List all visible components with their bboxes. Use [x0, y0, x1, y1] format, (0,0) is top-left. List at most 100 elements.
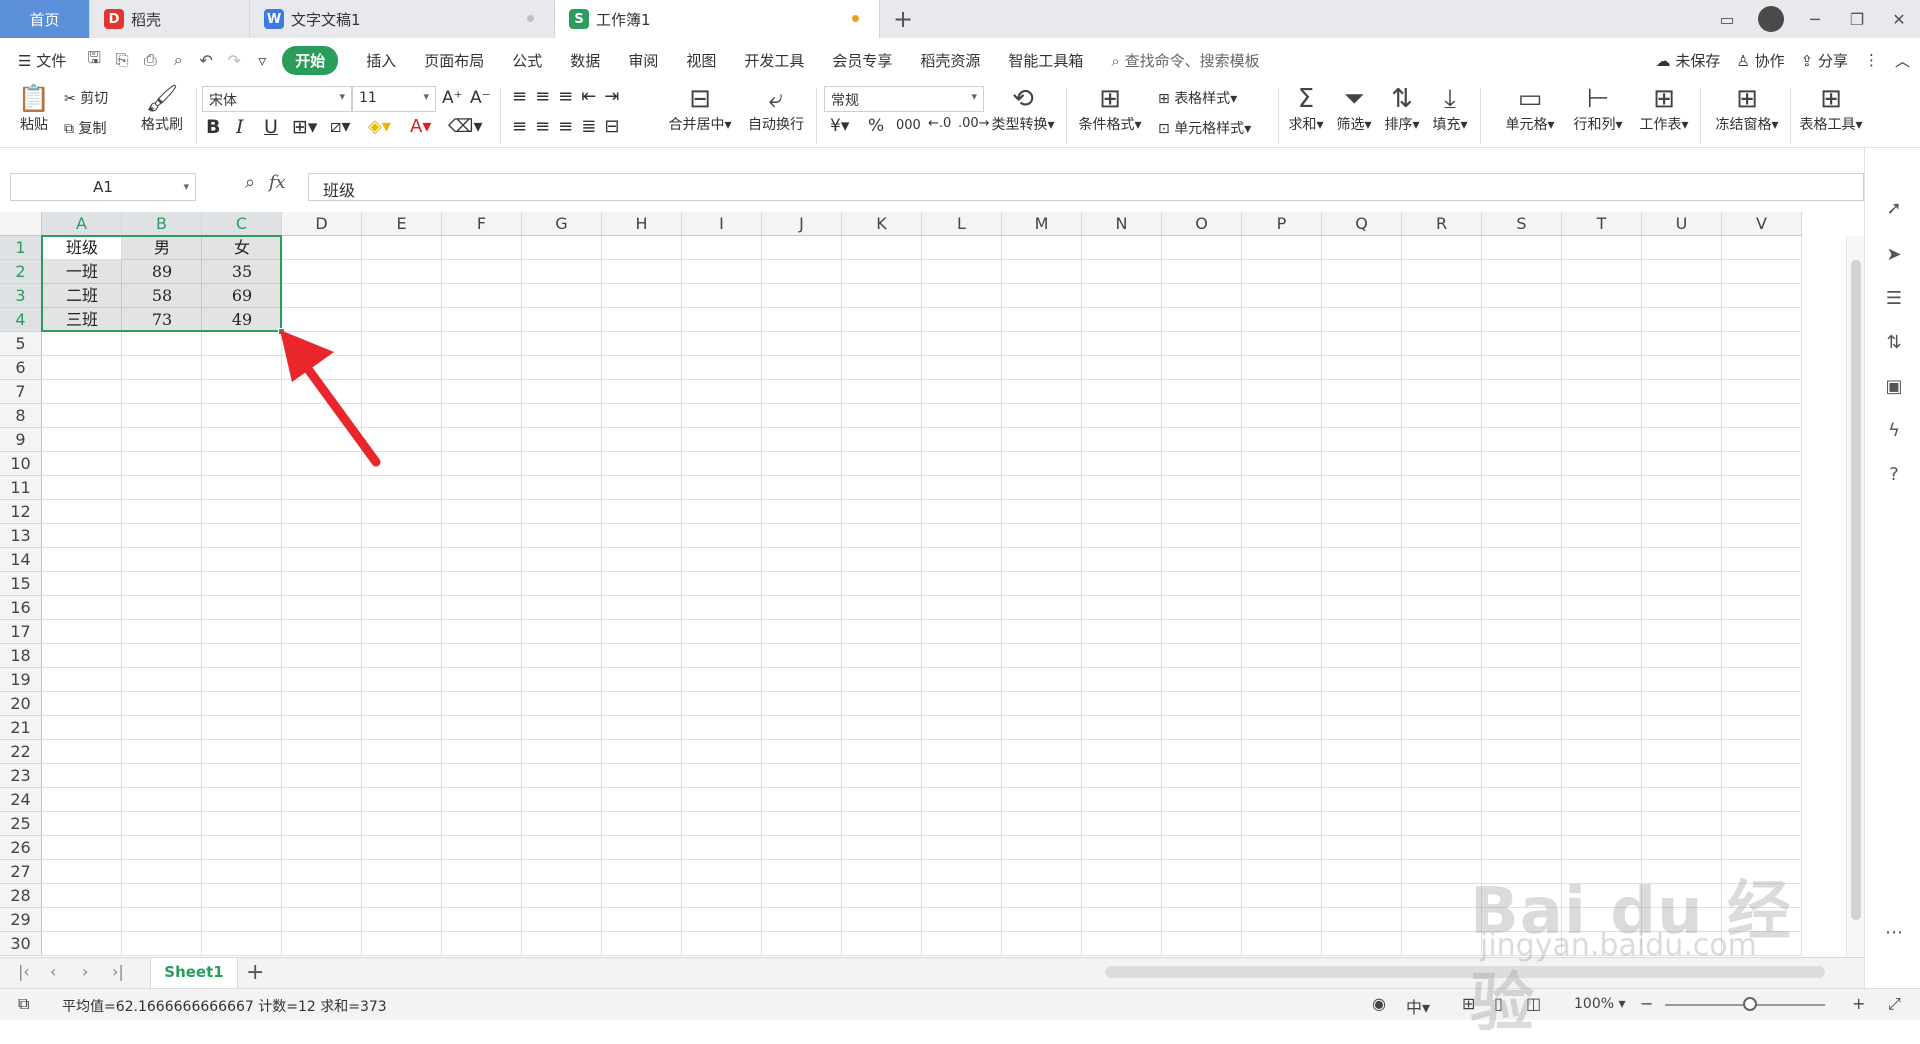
column-header[interactable]: Q: [1322, 212, 1402, 236]
menu-page-layout[interactable]: 页面布局: [410, 50, 498, 71]
row-header[interactable]: 1: [0, 236, 42, 260]
font-color-icon[interactable]: A▾: [410, 116, 431, 137]
eye-protect-icon[interactable]: ◉: [1372, 994, 1386, 1013]
column-header[interactable]: V: [1722, 212, 1802, 236]
column-header[interactable]: B: [122, 212, 202, 236]
menu-smart-toolbox[interactable]: 智能工具箱: [994, 50, 1097, 71]
print-icon[interactable]: ⎙: [136, 50, 164, 70]
cell-button[interactable]: ▭ 单元格▾: [1500, 84, 1560, 134]
row-header[interactable]: 30: [0, 932, 42, 956]
cut-button[interactable]: ✂ 剪切: [64, 88, 108, 108]
new-tab-button[interactable]: +: [880, 0, 926, 38]
preview-icon[interactable]: ⌕: [164, 50, 192, 70]
transfer-icon[interactable]: ⇅: [1883, 332, 1905, 354]
type-convert-button[interactable]: ⟲ 类型转换▾: [988, 84, 1058, 134]
number-format-select[interactable]: 常规 ▾: [824, 86, 984, 112]
row-header[interactable]: 25: [0, 812, 42, 836]
name-box[interactable]: A1 ▾: [10, 173, 196, 201]
row-header[interactable]: 5: [0, 332, 42, 356]
font-size-select[interactable]: 11 ▾: [352, 86, 436, 112]
fullscreen-icon[interactable]: ⤢: [1888, 994, 1901, 1014]
column-header[interactable]: N: [1082, 212, 1162, 236]
zoom-formula-icon[interactable]: ⌕: [245, 172, 255, 193]
row-header[interactable]: 12: [0, 500, 42, 524]
save-icon[interactable]: 🖫: [80, 47, 108, 74]
row-header[interactable]: 14: [0, 548, 42, 572]
select-all-corner[interactable]: [0, 212, 42, 236]
fill-pattern-icon[interactable]: ⧄▾: [330, 116, 350, 137]
close-icon[interactable]: ✕: [1878, 10, 1920, 29]
column-header[interactable]: P: [1242, 212, 1322, 236]
merge-center-button[interactable]: ⊟ 合并居中▾: [662, 84, 738, 134]
column-header[interactable]: D: [282, 212, 362, 236]
column-header[interactable]: A: [42, 212, 122, 236]
column-header[interactable]: R: [1402, 212, 1482, 236]
row-header[interactable]: 13: [0, 524, 42, 548]
menu-formula[interactable]: 公式: [498, 50, 556, 71]
row-header[interactable]: 29: [0, 908, 42, 932]
menu-daoke-resources[interactable]: 稻壳资源: [906, 50, 994, 71]
row-header[interactable]: 28: [0, 884, 42, 908]
vertical-align-icons[interactable]: ≡≡≡⇤⇥: [512, 86, 627, 107]
column-header[interactable]: F: [442, 212, 522, 236]
row-header[interactable]: 17: [0, 620, 42, 644]
sort-button[interactable]: ⇅ 排序▾: [1380, 84, 1424, 134]
menu-view[interactable]: 视图: [672, 50, 730, 71]
sum-button[interactable]: Σ 求和▾: [1284, 84, 1328, 134]
add-sheet-button[interactable]: +: [246, 960, 264, 985]
fill-handle[interactable]: [278, 328, 285, 335]
spreadsheet-grid[interactable]: ABCDEFGHIJKLMNOPQRSTUV 1 2 3 4 5 6 7 8 9 10 11 12 13…: [0, 212, 1864, 957]
restore-icon[interactable]: ❐: [1836, 10, 1878, 29]
last-sheet-icon[interactable]: ›|: [112, 962, 124, 981]
menu-review[interactable]: 审阅: [614, 50, 672, 71]
horizontal-align-icons[interactable]: ≡≡≡≣⊟: [512, 116, 627, 137]
zoom-select[interactable]: 100% ▾: [1574, 996, 1626, 1012]
copy-button[interactable]: ⧉ 复制: [64, 118, 106, 138]
table-tools-button[interactable]: ⊞ 表格工具▾: [1796, 84, 1866, 134]
menu-developer[interactable]: 开发工具: [730, 50, 818, 71]
rocket-icon[interactable]: ➚: [1883, 198, 1905, 220]
tab-workbook[interactable]: S 工作簿1: [555, 0, 880, 38]
bold-button[interactable]: B: [206, 116, 220, 138]
workspace-icon[interactable]: ▭: [1706, 10, 1748, 29]
scroll-thumb[interactable]: [1851, 260, 1861, 920]
sheet-tab[interactable]: Sheet1: [150, 958, 238, 988]
freeze-panes-button[interactable]: ⊞ 冻结窗格▾: [1710, 84, 1784, 134]
wrap-text-button[interactable]: ⤶ 自动换行: [744, 84, 808, 134]
column-header[interactable]: E: [362, 212, 442, 236]
normal-view-icon[interactable]: ⊞: [1462, 994, 1475, 1013]
menu-start[interactable]: 开始: [282, 45, 339, 75]
font-shrink-icon[interactable]: A⁻: [470, 88, 491, 108]
italic-button[interactable]: I: [236, 116, 244, 138]
font-name-select[interactable]: 宋体 ▾: [202, 86, 352, 112]
redo-icon[interactable]: ↷: [220, 51, 248, 70]
minimize-icon[interactable]: ─: [1794, 10, 1836, 29]
row-header[interactable]: 26: [0, 836, 42, 860]
share-button[interactable]: ⇪ 分享: [1801, 50, 1848, 71]
paste-button[interactable]: 📋 粘贴: [12, 84, 56, 134]
font-grow-icon[interactable]: A⁺: [442, 88, 463, 108]
row-header[interactable]: 8: [0, 404, 42, 428]
percent-button[interactable]: %: [868, 116, 884, 136]
column-header[interactable]: G: [522, 212, 602, 236]
zoom-slider-knob[interactable]: [1743, 997, 1757, 1011]
row-header[interactable]: 19: [0, 668, 42, 692]
fill-color-icon[interactable]: ◈▾: [368, 116, 391, 137]
column-header[interactable]: S: [1482, 212, 1562, 236]
tab-close-dot-icon[interactable]: [527, 15, 534, 22]
menu-data[interactable]: 数据: [556, 50, 614, 71]
row-header[interactable]: 6: [0, 356, 42, 380]
sliders-icon[interactable]: ☰: [1883, 288, 1905, 310]
column-header[interactable]: L: [922, 212, 1002, 236]
increase-decimal-icon[interactable]: ←.0: [928, 116, 951, 131]
formula-input[interactable]: 班级: [308, 173, 1864, 201]
select-cursor-icon[interactable]: ➤: [1883, 244, 1905, 266]
zoom-out-icon[interactable]: −: [1640, 994, 1653, 1013]
currency-icon[interactable]: ¥▾: [830, 116, 849, 136]
row-header[interactable]: 3: [0, 284, 42, 308]
page-break-icon[interactable]: ◫: [1526, 994, 1541, 1013]
vertical-scrollbar[interactable]: [1846, 236, 1864, 956]
row-header[interactable]: 16: [0, 596, 42, 620]
clear-format-icon[interactable]: ⌫▾: [448, 116, 483, 137]
column-header[interactable]: C: [202, 212, 282, 236]
